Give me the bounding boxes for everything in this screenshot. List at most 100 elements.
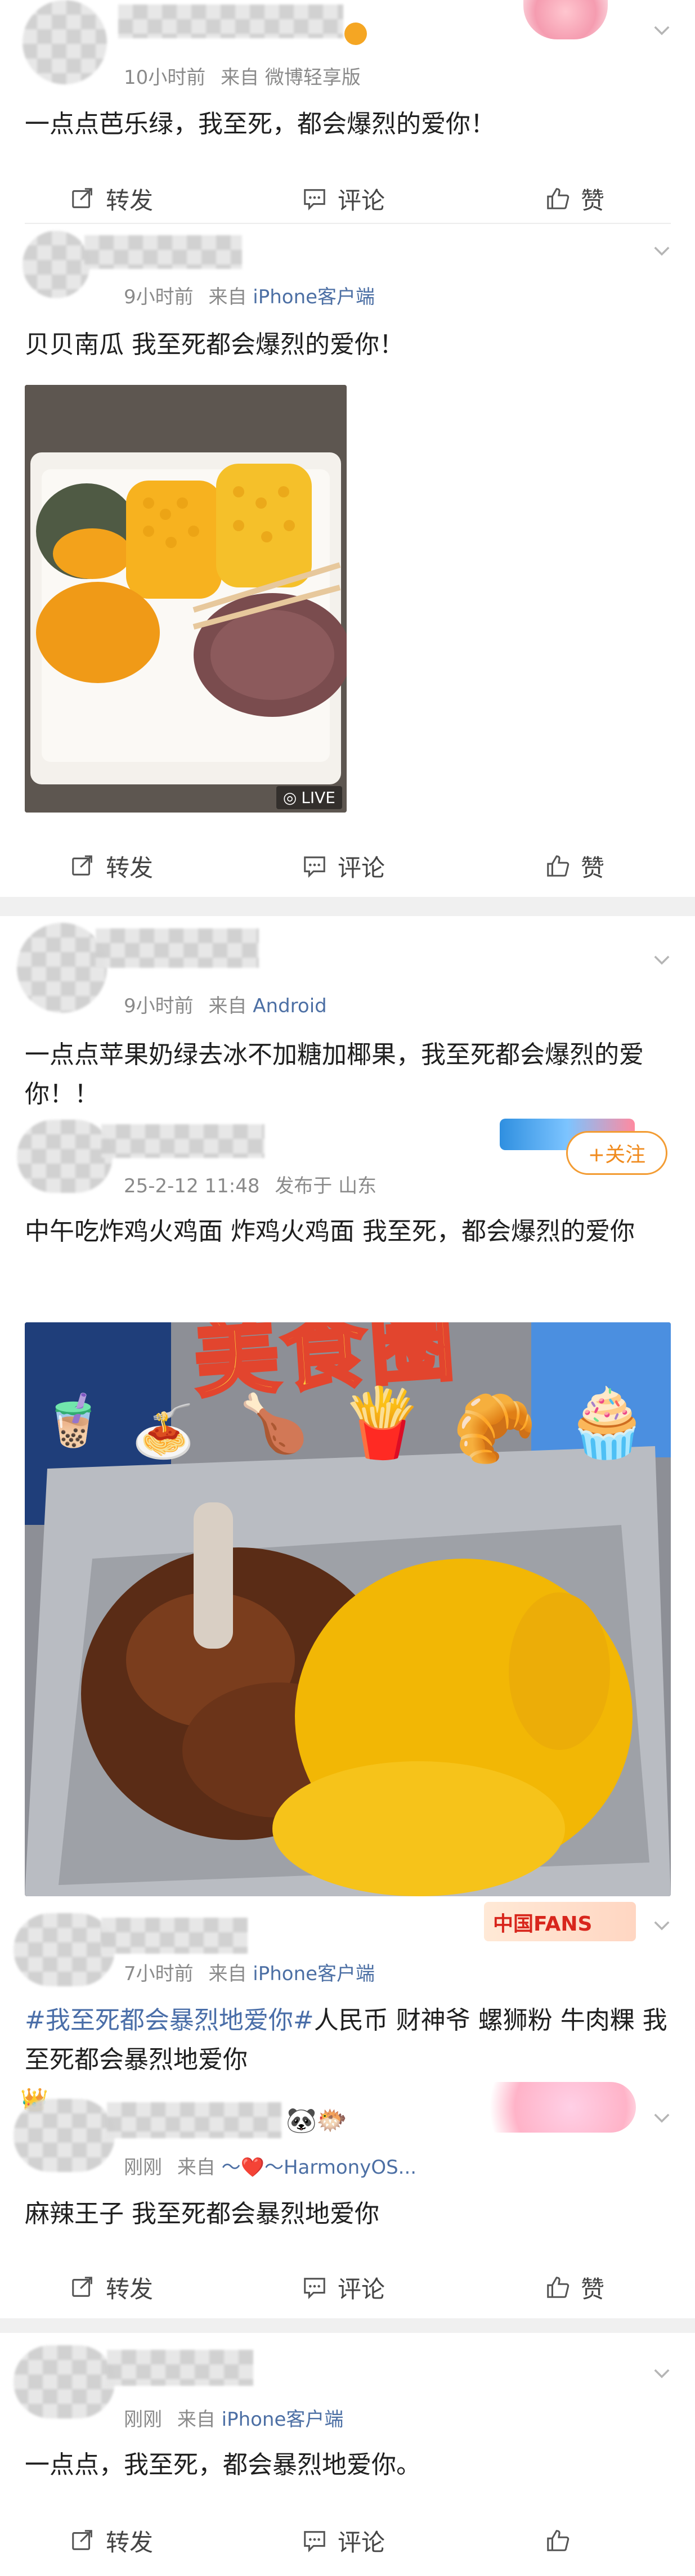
- post-photo-pumpkin[interactable]: ◎ LIVE: [25, 385, 347, 813]
- repost-icon: [72, 2530, 92, 2550]
- like-label: 赞: [581, 186, 605, 214]
- repost-icon: [72, 855, 92, 876]
- post-text: 一点点苹果奶绿去冰不加糖加椰果，我至死都会爆烈的爱你！！: [25, 1040, 644, 1109]
- action-bar: 转发 评论 赞: [0, 2261, 695, 2312]
- post-time: 9小时前: [124, 995, 194, 1017]
- like-button-partial[interactable]: [545, 2525, 571, 2556]
- action-bar: 转发 评论: [0, 2514, 695, 2565]
- divider: [25, 223, 671, 224]
- avatar[interactable]: [17, 1120, 113, 1193]
- repost-button[interactable]: 转发: [70, 2525, 153, 2556]
- comment-button[interactable]: 评论: [302, 2272, 385, 2303]
- avatar[interactable]: [14, 2099, 115, 2172]
- source-prefix: 来自: [208, 1963, 247, 1985]
- post-source[interactable]: ～❤️～HarmonyOS...: [222, 2156, 416, 2179]
- post-source[interactable]: Android: [253, 995, 326, 1017]
- repost-label: 转发: [106, 2275, 154, 2303]
- comment-button[interactable]: 评论: [302, 2525, 385, 2556]
- chevron-down-icon[interactable]: [650, 18, 674, 42]
- action-bar: 转发 评论 赞: [0, 172, 695, 223]
- drumstick-icon: 🍗: [239, 1390, 309, 1456]
- username-blurred[interactable]: [84, 235, 242, 269]
- username-blurred[interactable]: [107, 2350, 253, 2386]
- chevron-down-icon[interactable]: [650, 2361, 674, 2385]
- username-blurred[interactable]: [118, 5, 343, 38]
- avatar[interactable]: [14, 2345, 115, 2418]
- comment-button[interactable]: 评论: [302, 851, 385, 882]
- post-meta: 10小时前 来自 微博轻享版: [124, 62, 361, 89]
- comment-icon: [304, 2278, 325, 2299]
- repost-icon: [72, 2277, 92, 2297]
- comment-icon: [304, 2531, 325, 2552]
- chevron-down-icon[interactable]: [650, 948, 674, 971]
- repost-label: 转发: [106, 854, 154, 882]
- croissant-icon: 🥐: [452, 1390, 537, 1468]
- avatar[interactable]: [23, 231, 90, 298]
- post-time: 刚刚: [124, 2408, 162, 2431]
- user-badge-icon: [344, 23, 367, 45]
- post-time: 10小时前: [124, 66, 206, 89]
- source-prefix: 来自: [177, 2408, 216, 2431]
- post-time: 9小时前: [124, 286, 194, 308]
- post-meta: 9小时前 来自 Android: [124, 990, 327, 1018]
- post-photo-chicken[interactable]: 美食圈 🧋 🍝 🍗 🍟 🥐 🧁: [25, 1322, 671, 1896]
- section-divider: [0, 2318, 695, 2333]
- post-source[interactable]: iPhone客户端: [253, 1963, 375, 1985]
- username-blurred[interactable]: [96, 928, 259, 968]
- post-meta: 刚刚 来自 iPhone客户端: [124, 2404, 343, 2431]
- comment-label: 评论: [338, 854, 385, 882]
- goldfish-icon: 🐡: [316, 2106, 347, 2135]
- repost-button[interactable]: 转发: [70, 2272, 153, 2303]
- post-source[interactable]: iPhone客户端: [222, 2408, 344, 2431]
- like-button[interactable]: 赞: [545, 2272, 604, 2303]
- chevron-down-icon[interactable]: [650, 2106, 674, 2129]
- panda-icon: 🐼: [286, 2106, 317, 2135]
- post-time: 25-2-12 11:48: [124, 1175, 260, 1197]
- username-blurred[interactable]: [107, 2102, 281, 2138]
- source-prefix: 来自: [177, 2156, 216, 2179]
- post-time: 7小时前: [124, 1963, 194, 1985]
- live-label: LIVE: [301, 788, 335, 807]
- repost-label: 转发: [106, 2528, 154, 2556]
- chevron-down-icon[interactable]: [650, 239, 674, 262]
- fries-icon: 🍟: [340, 1384, 424, 1462]
- live-badge[interactable]: ◎ LIVE: [276, 786, 342, 809]
- comment-label: 评论: [338, 186, 385, 214]
- post-text: 一点点芭乐绿，我至死，都会爆烈的爱你！: [25, 110, 495, 138]
- username-blurred[interactable]: [101, 1124, 264, 1158]
- thumbs-up-icon: [547, 2530, 570, 2551]
- badge-label: 中国FANS: [493, 1913, 593, 1936]
- thumbs-up-icon: [547, 2277, 570, 2298]
- post-text: 麻辣王子 我至死都会暴烈地爱你: [25, 2200, 379, 2228]
- weibo-feed: 10小时前 来自 微博轻享版 一点点芭乐绿，我至死，都会爆烈的爱你！ 转发 评论…: [0, 0, 695, 2576]
- post-text: #我至死都会暴烈地爱你#人民币 财神爷 螺狮粉 牛肉粿 我至死都会暴烈地爱你: [25, 2001, 672, 2080]
- repost-button[interactable]: 转发: [70, 183, 153, 214]
- hashtag-link[interactable]: #我至死都会暴烈地爱你#: [25, 2006, 314, 2035]
- like-label: 赞: [581, 854, 605, 882]
- food-photo-illustration: [25, 385, 347, 813]
- chevron-down-icon[interactable]: [650, 1913, 674, 1937]
- repost-icon: [72, 188, 92, 208]
- source-prefix: 来自: [208, 286, 247, 308]
- repost-button[interactable]: 转发: [70, 851, 154, 882]
- avatar[interactable]: [23, 0, 107, 84]
- comment-label: 评论: [338, 2275, 385, 2303]
- username-blurred[interactable]: [101, 1918, 248, 1954]
- avatar[interactable]: [17, 923, 107, 1013]
- follow-button[interactable]: +关注: [566, 1131, 667, 1175]
- post-text: 一点点，我至死，都会暴烈地爱你。: [25, 2451, 421, 2479]
- comment-button[interactable]: 评论: [302, 183, 385, 214]
- post-location: 山东: [338, 1175, 377, 1197]
- post-source[interactable]: iPhone客户端: [253, 286, 375, 308]
- thumbs-up-icon: [547, 855, 570, 877]
- comment-label: 评论: [338, 2528, 385, 2556]
- post-meta: 9小时前 来自 iPhone客户端: [124, 281, 375, 309]
- noodles-icon: 🍝: [132, 1402, 195, 1461]
- decor-pig-icon: [523, 0, 608, 39]
- avatar[interactable]: [14, 1913, 115, 1986]
- post-time: 刚刚: [124, 2156, 162, 2179]
- like-button[interactable]: 赞: [545, 851, 605, 882]
- comment-icon: [304, 856, 325, 878]
- post-meta: 7小时前 来自 iPhone客户端: [124, 1958, 375, 1986]
- like-button[interactable]: 赞: [545, 183, 604, 214]
